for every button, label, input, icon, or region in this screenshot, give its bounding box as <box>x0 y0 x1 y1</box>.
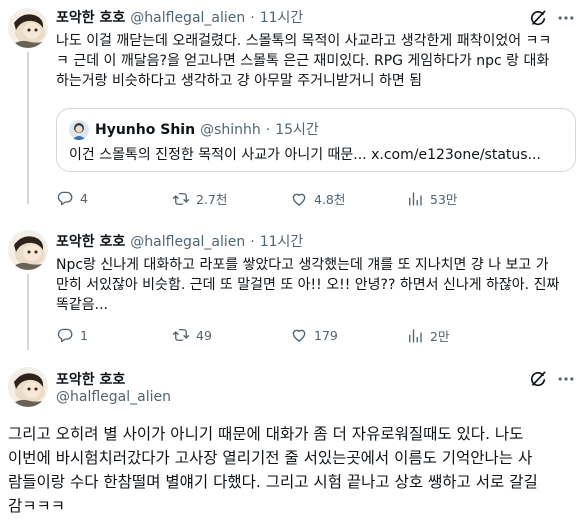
quote-author-name: Hyunho Shin <box>95 122 196 138</box>
reply-icon <box>56 189 74 207</box>
quote-author-handle: @shinhh <box>200 122 261 138</box>
separator-dot: · <box>250 234 255 250</box>
avatar[interactable] <box>8 367 48 407</box>
views-count: 53만 <box>430 192 458 207</box>
retweet-button[interactable]: 2.7천 <box>172 189 227 208</box>
retweet-icon <box>172 326 190 344</box>
like-count: 179 <box>314 327 338 343</box>
thread-line <box>27 274 29 350</box>
quote-text: 이건 스몰톡의 진정한 목적이 사교가 아니기 때문... x.com/e123… <box>69 147 541 163</box>
tweet-text-line: 람들이랑 수다 한참떨며 별얘기 다했다. 그리고 시험 끝나고 상호 쌩하고 … <box>8 473 538 491</box>
like-icon <box>290 190 308 208</box>
author-handle[interactable]: @halflegal_alien <box>130 234 245 250</box>
retweet-count: 2.7천 <box>196 192 228 207</box>
thread-line <box>27 52 29 204</box>
tweet-text-line: ㅋ 근데 이 깨달음?을 얻고나면 스몰톡 은근 재미있다. RPG 게임하다가… <box>56 53 550 69</box>
avatar-image <box>8 8 48 48</box>
quoted-tweet[interactable]: Hyunho Shin @shinhh · 15시간 이건 스몰톡의 진정한 목… <box>56 108 576 172</box>
author-name[interactable]: 포악한 호호 <box>56 231 125 251</box>
tweet-text-line: 똑같음... <box>56 297 108 313</box>
grok-icon[interactable] <box>528 8 548 28</box>
retweet-button[interactable]: 49 <box>172 326 212 344</box>
like-count: 4.8천 <box>314 192 346 207</box>
tweet-text-line: 감ㅋㅋㅋ <box>8 497 66 515</box>
quote-avatar <box>69 120 89 140</box>
views-icon <box>406 190 424 208</box>
tweet-text-line: 이번에 바시험치러갔다가 고사장 열리기전 줄 서있는곳에서 이름도 기억안나는… <box>8 449 533 467</box>
views-button[interactable]: 2만 <box>406 326 449 345</box>
grok-icon[interactable] <box>528 369 548 389</box>
reply-count: 4 <box>80 190 88 206</box>
tweet-text: 나도 이걸 깨닫는데 오래걸렸다. 스몰톡의 목적이 사교라고 생각한게 패착이… <box>56 31 578 91</box>
views-icon <box>406 327 424 345</box>
like-icon <box>290 326 308 344</box>
views-count: 2만 <box>430 329 450 344</box>
tweet-header: 포악한 호호 @halflegal_alien · 11시간 <box>56 231 303 251</box>
quote-header: Hyunho Shin @shinhh · 15시간 <box>95 119 319 139</box>
like-button[interactable]: 4.8천 <box>290 189 345 208</box>
tweet-text: Npc랑 신나게 대화하고 라포를 쌓았다고 생각했는데 걔를 또 지나치면 걍… <box>56 255 578 315</box>
reply-count: 1 <box>80 327 88 343</box>
tweet-text-line: 하는거랑 비슷하다고 생각하고 걍 아무말 주거니받거니 하면 됨 <box>56 73 423 89</box>
reply-icon <box>56 326 74 344</box>
more-icon[interactable] <box>556 369 576 389</box>
more-icon[interactable] <box>556 8 576 28</box>
reply-button[interactable]: 4 <box>56 189 88 207</box>
tweet-text-line: 그리고 오히려 별 사이가 아니기 때문에 대화가 좀 더 자유로워질때도 있다… <box>8 425 524 443</box>
author-name[interactable]: 포악한 호호 <box>56 7 125 27</box>
retweet-count: 49 <box>196 327 212 343</box>
tweet-text-line: 만히 서있잖아 비슷함. 근데 또 말걸면 또 아!! 오!! 안녕?? 하면서… <box>56 277 560 293</box>
author-name[interactable]: 포악한 호호 <box>56 369 125 389</box>
timestamp[interactable]: 11시간 <box>260 7 304 27</box>
timestamp[interactable]: 11시간 <box>260 231 304 251</box>
avatar[interactable] <box>8 230 48 270</box>
separator-dot: · <box>250 10 255 26</box>
author-handle[interactable]: @halflegal_alien <box>130 10 245 26</box>
avatar-image <box>8 367 48 407</box>
avatar-image <box>8 230 48 270</box>
tweet-text-line: Npc랑 신나게 대화하고 라포를 쌓았다고 생각했는데 걔를 또 지나치면 걍… <box>56 257 549 273</box>
views-button[interactable]: 53만 <box>406 189 457 208</box>
like-button[interactable]: 179 <box>290 326 338 344</box>
quote-separator-dot: · <box>265 122 271 138</box>
author-handle[interactable]: @halflegal_alien <box>56 389 171 405</box>
reply-button[interactable]: 1 <box>56 326 88 344</box>
tweet-header: 포악한 호호 @halflegal_alien · 11시간 <box>56 7 303 27</box>
retweet-icon <box>172 190 190 208</box>
main-tweet-text: 그리고 오히려 별 사이가 아니기 때문에 대화가 좀 더 자유로워질때도 있다… <box>8 422 580 518</box>
quote-timestamp: 15시간 <box>275 122 319 138</box>
avatar[interactable] <box>8 8 48 48</box>
tweet-text-line: 나도 이걸 깨닫는데 오래걸렸다. 스몰톡의 목적이 사교라고 생각한게 패착이… <box>56 33 552 49</box>
